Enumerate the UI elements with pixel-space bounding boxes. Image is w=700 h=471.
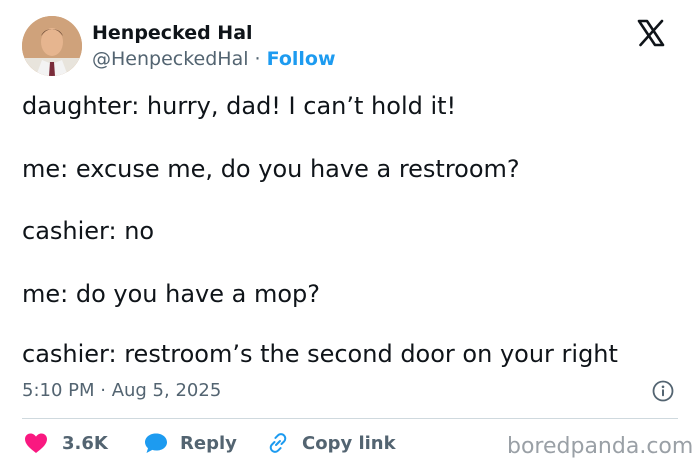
follow-button[interactable]: Follow [267, 48, 336, 70]
avatar-image [22, 16, 82, 76]
tweet-text-line: me: excuse me, do you have a restroom? [22, 155, 520, 183]
link-icon [269, 433, 287, 453]
divider [22, 418, 678, 419]
author-handle-row: @HenpeckedHal · Follow [92, 48, 336, 70]
watermark: boredpanda.com [507, 434, 694, 459]
tweet-timestamp[interactable]: 5:10 PM · Aug 5, 2025 [22, 380, 221, 401]
tweet-text-line: me: do you have a mop? [22, 280, 321, 308]
tweet-text-line: cashier: no [22, 217, 155, 245]
tweet-text-line: daughter: hurry, dad! I can’t hold it! [22, 92, 457, 120]
info-icon[interactable] [652, 380, 674, 402]
tweet-text-line: cashier: restroom’s the second door on y… [22, 340, 618, 368]
reply-label: Reply [180, 432, 237, 454]
tweet-card: Henpecked Hal @HenpeckedHal · Follow dau… [0, 0, 700, 471]
heart-icon [25, 433, 47, 453]
like-button[interactable]: 3.6K [24, 430, 108, 456]
x-logo-icon[interactable] [636, 18, 666, 48]
reply-bubble-icon [145, 433, 167, 453]
like-count: 3.6K [62, 432, 108, 454]
avatar[interactable] [22, 16, 82, 76]
copy-link-label: Copy link [302, 432, 396, 454]
author-name[interactable]: Henpecked Hal [92, 22, 253, 44]
reply-button[interactable]: Reply [144, 430, 237, 456]
copy-link-button[interactable]: Copy link [266, 430, 396, 456]
handle-separator: · [254, 48, 261, 70]
author-handle[interactable]: @HenpeckedHal [92, 48, 249, 70]
